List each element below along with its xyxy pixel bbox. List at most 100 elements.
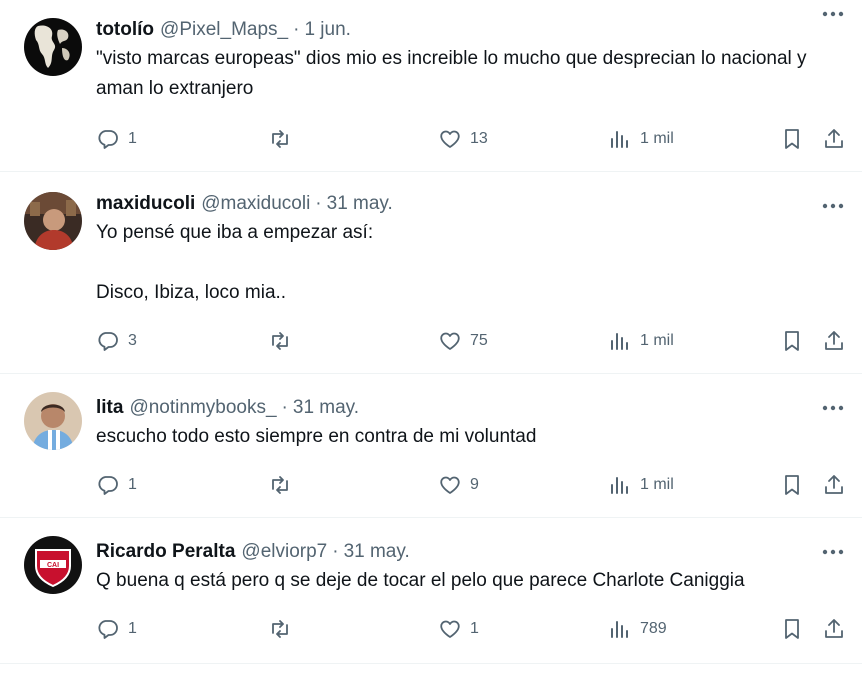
share-button[interactable]: [822, 326, 846, 356]
tweet-date[interactable]: 31 may.: [293, 396, 359, 420]
user-handle[interactable]: @maxiducoli: [201, 192, 310, 216]
reply-icon: [98, 476, 118, 495]
views-button[interactable]: 1 mil: [608, 470, 674, 500]
reply-count: 1: [128, 476, 137, 493]
tweet-header: Ricardo Peralta @elviorp7 · 31 may.: [96, 540, 846, 564]
tweet-header: maxiducoli @maxiducoli · 31 may.: [96, 192, 846, 216]
view-count: 1 mil: [640, 130, 674, 147]
share-button[interactable]: [822, 470, 846, 500]
reply-icon: [98, 130, 118, 149]
world-map-avatar: [24, 18, 82, 76]
reply-count: 3: [128, 332, 137, 349]
like-count: 13: [470, 130, 488, 147]
views-button[interactable]: 789: [608, 614, 667, 644]
analytics-icon: [611, 477, 628, 494]
analytics-icon: [611, 621, 628, 638]
person-photo-avatar: [24, 392, 82, 450]
bookmark-icon: [785, 129, 799, 149]
views-button[interactable]: 1 mil: [608, 124, 674, 154]
tweet-date[interactable]: 31 may.: [327, 192, 393, 216]
share-icon: [825, 619, 843, 638]
like-button[interactable]: 13: [438, 124, 488, 154]
club-crest-avatar: CAI: [24, 536, 82, 594]
user-handle[interactable]: @notinmybooks_: [129, 396, 276, 420]
tweet-date[interactable]: 31 may.: [344, 540, 410, 564]
retweet-button[interactable]: [268, 470, 300, 500]
share-button[interactable]: [822, 124, 846, 154]
reply-icon: [98, 620, 118, 639]
retweet-button[interactable]: [268, 124, 300, 154]
tweet-actions: 1 1 789: [96, 614, 846, 644]
bookmark-button[interactable]: [780, 470, 804, 500]
tweet[interactable]: lita @notinmybooks_ · 31 may. escucho to…: [0, 374, 862, 518]
share-icon: [825, 129, 843, 148]
tweet-text: escucho todo esto siempre en contra de m…: [96, 426, 537, 447]
view-count: 1 mil: [640, 332, 674, 349]
retweet-icon: [272, 476, 288, 494]
reply-button[interactable]: 1: [96, 470, 137, 500]
tweet-actions: 1 13 1 mil: [96, 124, 846, 154]
reply-button[interactable]: 3: [96, 326, 137, 356]
display-name[interactable]: Ricardo Peralta: [96, 540, 235, 564]
tweet[interactable]: totolío @Pixel_Maps_ · 1 jun. "visto mar…: [0, 0, 862, 172]
separator: ·: [293, 19, 300, 40]
heart-icon: [440, 476, 460, 494]
retweet-button[interactable]: [268, 326, 300, 356]
tweet-text: Q buena q está pero q se deje de tocar e…: [96, 570, 745, 591]
reply-button[interactable]: 1: [96, 614, 137, 644]
tweet-date[interactable]: 1 jun.: [304, 18, 350, 42]
reply-icon: [98, 332, 118, 351]
tweet-header: lita @notinmybooks_ · 31 may.: [96, 396, 846, 420]
reply-count: 1: [128, 620, 137, 637]
more-options-icon[interactable]: [818, 396, 848, 420]
avatar[interactable]: [24, 18, 82, 76]
bookmark-icon: [785, 619, 799, 639]
tweet[interactable]: maxiducoli @maxiducoli · 31 may. Yo pens…: [0, 172, 862, 374]
separator: ·: [332, 541, 339, 562]
more-options-icon[interactable]: [818, 540, 848, 564]
analytics-icon: [611, 131, 628, 148]
like-button[interactable]: 1: [438, 614, 479, 644]
like-count: 1: [470, 620, 479, 637]
tweet-text: Yo pensé que iba a empezar así: Disco, I…: [96, 222, 374, 303]
person-photo-avatar: [24, 192, 82, 250]
bookmark-button[interactable]: [780, 326, 804, 356]
bookmark-button[interactable]: [780, 614, 804, 644]
bookmark-icon: [785, 331, 799, 351]
tweet-header: totolío @Pixel_Maps_ · 1 jun.: [96, 18, 846, 42]
display-name[interactable]: lita: [96, 396, 123, 420]
user-handle[interactable]: @Pixel_Maps_: [160, 18, 288, 42]
retweet-button[interactable]: [268, 614, 300, 644]
retweet-icon: [272, 332, 288, 350]
tweet[interactable]: CAI Ricardo Peralta @elviorp7 · 31 may. …: [0, 518, 862, 664]
reply-button[interactable]: 1: [96, 124, 137, 154]
separator: ·: [315, 193, 322, 214]
like-count: 9: [470, 476, 479, 493]
more-options-icon[interactable]: [818, 2, 848, 26]
separator: ·: [281, 397, 288, 418]
share-icon: [825, 475, 843, 494]
reply-count: 1: [128, 130, 137, 147]
more-options-icon[interactable]: [818, 194, 848, 218]
views-button[interactable]: 1 mil: [608, 326, 674, 356]
like-count: 75: [470, 332, 488, 349]
like-button[interactable]: 9: [438, 470, 479, 500]
display-name[interactable]: maxiducoli: [96, 192, 195, 216]
heart-icon: [440, 130, 460, 148]
retweet-icon: [272, 130, 288, 148]
avatar[interactable]: [24, 192, 82, 250]
share-button[interactable]: [822, 614, 846, 644]
share-icon: [825, 331, 843, 350]
avatar[interactable]: CAI: [24, 536, 82, 594]
bookmark-button[interactable]: [780, 124, 804, 154]
display-name[interactable]: totolío: [96, 18, 154, 42]
tweet-actions: 1 9 1 mil: [96, 470, 846, 500]
heart-icon: [440, 332, 460, 350]
svg-text:CAI: CAI: [47, 562, 59, 569]
user-handle[interactable]: @elviorp7: [241, 540, 327, 564]
bookmark-icon: [785, 475, 799, 495]
retweet-icon: [272, 620, 288, 638]
avatar[interactable]: [24, 392, 82, 450]
tweet-text: "visto marcas europeas" dios mio es incr…: [96, 48, 807, 99]
like-button[interactable]: 75: [438, 326, 488, 356]
